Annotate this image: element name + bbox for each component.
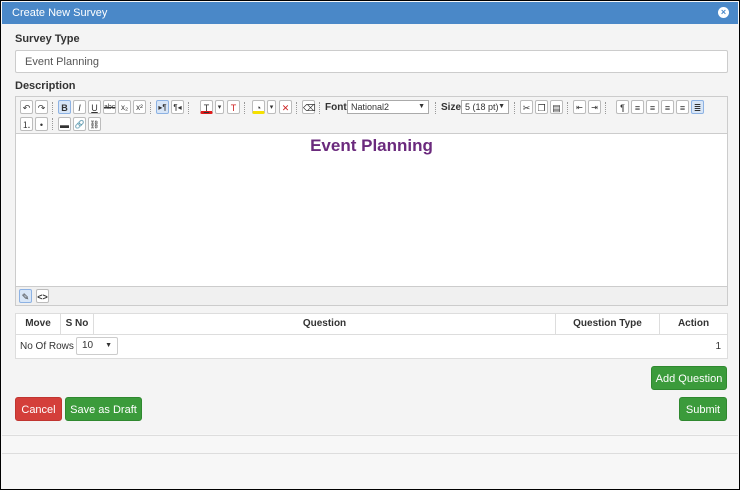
outdent-icon[interactable]: ⇤ <box>573 100 586 114</box>
chevron-down-icon: ▼ <box>418 103 425 110</box>
pagination-row: No Of Rows : 10 ▼ 1 <box>16 334 727 358</box>
footer-divider <box>2 453 738 454</box>
survey-type-value: Event Planning <box>25 56 99 68</box>
font-label: Font <box>325 102 347 113</box>
survey-dialog: Create New Survey × Survey Type Event Pl… <box>0 0 740 490</box>
font-select-value: National2 <box>351 102 390 112</box>
cut-icon[interactable]: ✂ <box>520 100 533 114</box>
ltr-icon[interactable]: ▸¶ <box>156 100 169 114</box>
submit-button[interactable]: Submit <box>679 397 727 421</box>
justify-icon[interactable]: ≡ <box>676 100 689 114</box>
rich-text-editor: ↶ ↷ B I U abc x₂ x² ▸¶ ¶◂ T ▾ T ◔ ▾ ✕ ⌫ … <box>15 96 728 306</box>
column-header: Question <box>94 314 556 334</box>
text-color-dropdown-icon[interactable]: ▾ <box>215 100 224 114</box>
font-select[interactable]: National2 ▼ <box>347 100 429 114</box>
table-header: Move S No Question Question Type Action <box>16 314 727 335</box>
design-mode-icon[interactable]: ✎ <box>19 289 32 303</box>
editor-toolbar: ↶ ↷ B I U abc x₂ x² ▸¶ ¶◂ T ▾ T ◔ ▾ ✕ ⌫ … <box>16 97 727 134</box>
italic-icon[interactable]: I <box>73 100 86 114</box>
editor-content[interactable]: Event Planning <box>16 134 727 284</box>
rows-label: No Of Rows : <box>20 341 80 352</box>
html-mode-icon[interactable]: <> <box>36 289 49 303</box>
size-select[interactable]: 5 (18 pt) ▼ <box>461 100 509 114</box>
remove-highlight-icon[interactable]: ✕ <box>279 100 292 114</box>
bold-icon[interactable]: B <box>58 100 71 114</box>
dialog-title: Create New Survey <box>12 7 108 19</box>
indent-icon[interactable]: ⇥ <box>588 100 601 114</box>
column-header: Move <box>16 314 61 334</box>
footer-divider <box>2 435 738 436</box>
highlight-icon[interactable]: ◔ <box>252 100 265 114</box>
undo-icon[interactable]: ↶ <box>20 100 33 114</box>
ordered-list-icon[interactable]: ⒈ <box>20 117 33 131</box>
page-number[interactable]: 1 <box>715 341 721 352</box>
dialog-titlebar: Create New Survey × <box>2 2 738 24</box>
description-label: Description <box>15 80 76 92</box>
eraser-icon[interactable]: ⌫ <box>302 100 316 114</box>
copy-icon[interactable]: ❐ <box>535 100 548 114</box>
justify-full-icon[interactable]: ≣ <box>691 100 704 114</box>
questions-table: Move S No Question Question Type Action … <box>15 313 728 359</box>
size-label: Size <box>441 102 462 113</box>
superscript-icon[interactable]: x² <box>133 100 146 114</box>
align-center-icon[interactable]: ≡ <box>646 100 659 114</box>
chevron-down-icon: ▼ <box>105 342 112 349</box>
rows-per-page-select[interactable]: 10 ▼ <box>76 337 118 355</box>
survey-type-label: Survey Type <box>15 33 80 45</box>
horizontal-rule-icon[interactable]: ▬ <box>58 117 71 131</box>
bullet-list-icon[interactable]: • <box>35 117 48 131</box>
content-heading: Event Planning <box>310 136 433 155</box>
survey-type-field[interactable]: Event Planning <box>15 50 728 73</box>
editor-mode-bar: ✎ <> <box>16 286 727 305</box>
rows-select-value: 10 <box>82 340 94 351</box>
column-header: Question Type <box>556 314 660 334</box>
column-header: Action <box>677 318 710 329</box>
align-right-icon[interactable]: ≡ <box>661 100 674 114</box>
paste-icon[interactable]: ▤ <box>550 100 563 114</box>
cancel-button[interactable]: Cancel <box>15 397 62 421</box>
align-left-icon[interactable]: ≡ <box>631 100 644 114</box>
chevron-down-icon: ▼ <box>498 103 505 110</box>
strikethrough-icon[interactable]: abc <box>103 100 116 114</box>
insert-link-icon[interactable]: 🔗 <box>73 117 86 131</box>
redo-icon[interactable]: ↷ <box>35 100 48 114</box>
remove-link-icon[interactable]: ⛓ <box>88 117 101 131</box>
size-select-value: 5 (18 pt) <box>465 102 499 112</box>
column-header: S No <box>61 314 94 334</box>
paragraph-icon[interactable]: ¶ <box>616 100 629 114</box>
text-color-icon[interactable]: T <box>200 100 213 114</box>
close-icon[interactable]: × <box>718 7 729 18</box>
clear-format-icon[interactable]: T <box>227 100 240 114</box>
save-draft-button[interactable]: Save as Draft <box>65 397 142 421</box>
underline-icon[interactable]: U <box>88 100 101 114</box>
subscript-icon[interactable]: x₂ <box>118 100 131 114</box>
highlight-dropdown-icon[interactable]: ▾ <box>267 100 276 114</box>
rtl-icon[interactable]: ¶◂ <box>171 100 184 114</box>
add-question-button[interactable]: Add Question <box>651 366 727 390</box>
